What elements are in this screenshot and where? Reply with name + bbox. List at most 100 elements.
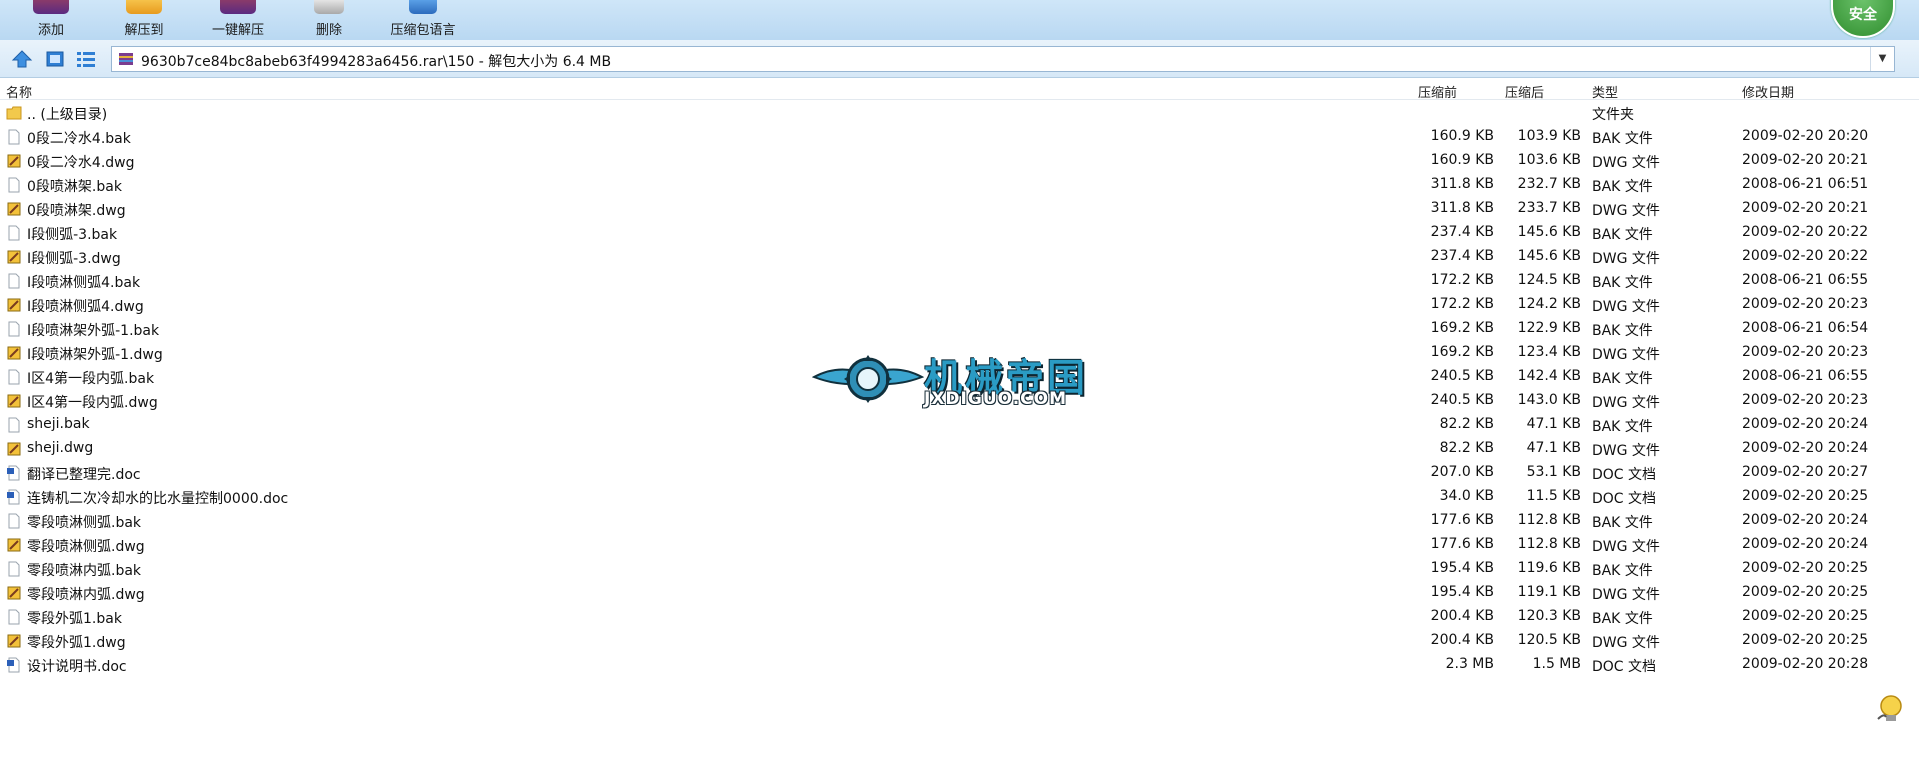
list-item[interactable]: Ⅰ段侧弧-3.bak 237.4 KB 145.6 KB BAK 文件 2009… — [0, 221, 1919, 245]
chevron-down-icon[interactable]: ▼ — [1870, 47, 1894, 71]
file-icon — [8, 129, 20, 145]
file-list-header: 名称 压缩前 压缩后 类型 修改日期 — [0, 79, 1919, 101]
file-name: Ⅰ区4第一段内弧.dwg — [27, 395, 158, 411]
column-header-type[interactable]: 类型 — [1592, 82, 1618, 101]
file-size-before: 240.5 KB — [1430, 368, 1494, 384]
file-size-after: 53.1 KB — [1526, 464, 1581, 480]
file-date: 2009-02-20 20:23 — [1742, 392, 1869, 408]
file-type: BAK 文件 — [1592, 371, 1653, 387]
list-item[interactable]: 翻译已整理完.doc 207.0 KB 53.1 KB DOC 文档 2009-… — [0, 461, 1919, 485]
file-date: 2008-06-21 06:51 — [1742, 176, 1869, 192]
address-input[interactable]: 9630b7ce84bc8abeb63f4994283a6456.rar\150… — [111, 46, 1895, 72]
list-item[interactable]: 连铸机二次冷却水的比水量控制0000.doc 34.0 KB 11.5 KB D… — [0, 485, 1919, 509]
list-item[interactable]: 零段喷淋内弧.dwg 195.4 KB 119.1 KB DWG 文件 2009… — [0, 581, 1919, 605]
list-item[interactable]: sheji.bak 82.2 KB 47.1 KB BAK 文件 2009-02… — [0, 413, 1919, 437]
file-name: 0段喷淋架.dwg — [27, 203, 126, 219]
file-size-after: 1.5 MB — [1532, 656, 1581, 672]
list-item[interactable]: 0段二冷水4.bak 160.9 KB 103.9 KB BAK 文件 2009… — [0, 125, 1919, 149]
file-size-before: 195.4 KB — [1430, 584, 1494, 600]
one-click-extract-icon — [220, 0, 256, 14]
lightbulb-icon[interactable] — [1874, 693, 1904, 727]
list-item[interactable]: Ⅰ段侧弧-3.dwg 237.4 KB 145.6 KB DWG 文件 2009… — [0, 245, 1919, 269]
file-size-after: 122.9 KB — [1517, 320, 1581, 336]
dwg-file-icon — [7, 154, 21, 168]
file-icon — [8, 225, 20, 241]
security-shield-label: 安全 — [1849, 7, 1877, 23]
dwg-file-icon — [7, 538, 21, 552]
archive-icon — [119, 53, 133, 65]
file-name: 0段二冷水4.bak — [27, 131, 131, 147]
file-size-before: 240.5 KB — [1430, 392, 1494, 408]
list-item[interactable]: 零段外弧1.dwg 200.4 KB 120.5 KB DWG 文件 2009-… — [0, 629, 1919, 653]
dwg-file-icon — [7, 250, 21, 264]
file-size-before: 160.9 KB — [1430, 152, 1494, 168]
column-header-after[interactable]: 压缩后 — [1505, 82, 1544, 101]
file-size-after: 233.7 KB — [1517, 200, 1581, 216]
up-arrow-icon[interactable] — [11, 49, 33, 69]
watermark: 机械帝国 JXDIGUO.COM — [812, 347, 1104, 413]
file-name: 连铸机二次冷却水的比水量控制0000.doc — [27, 491, 289, 507]
list-item[interactable]: 0段喷淋架.dwg 311.8 KB 233.7 KB DWG 文件 2009-… — [0, 197, 1919, 221]
file-name: Ⅰ段侧弧-3.bak — [27, 227, 118, 243]
file-type: DOC 文档 — [1592, 467, 1657, 483]
file-type: BAK 文件 — [1592, 323, 1653, 339]
file-name: .. (上级目录) — [27, 107, 108, 123]
security-shield-icon[interactable]: 安全 — [1831, 0, 1895, 38]
file-size-after: 142.4 KB — [1517, 368, 1581, 384]
file-type: 文件夹 — [1592, 107, 1634, 123]
dwg-file-icon — [7, 442, 21, 456]
file-name: 0段喷淋架.bak — [27, 179, 122, 195]
delete-button[interactable]: 删除 — [306, 0, 352, 40]
list-view-icon[interactable] — [75, 49, 97, 69]
file-size-before: 237.4 KB — [1430, 248, 1494, 264]
extract-to-button-label: 解压到 — [124, 23, 164, 38]
file-name: Ⅰ段喷淋侧弧4.dwg — [27, 299, 144, 315]
file-size-after: 11.5 KB — [1526, 488, 1581, 504]
file-size-before: 311.8 KB — [1430, 200, 1494, 216]
list-item[interactable]: 0段喷淋架.bak 311.8 KB 232.7 KB BAK 文件 2008-… — [0, 173, 1919, 197]
file-icon — [8, 609, 20, 625]
file-size-after: 145.6 KB — [1517, 224, 1581, 240]
address-bar-area: 9630b7ce84bc8abeb63f4994283a6456.rar\150… — [0, 40, 1919, 78]
add-button[interactable]: 添加 — [22, 0, 80, 40]
file-name: Ⅰ段喷淋架外弧-1.bak — [27, 323, 160, 339]
file-type: DWG 文件 — [1592, 587, 1660, 603]
file-name: 零段喷淋内弧.dwg — [27, 587, 145, 603]
file-date: 2009-02-20 20:25 — [1742, 608, 1869, 624]
archive-language-button[interactable]: 压缩包语言 — [386, 0, 460, 40]
list-item[interactable]: 设计说明书.doc 2.3 MB 1.5 MB DOC 文档 2009-02-2… — [0, 653, 1919, 677]
list-item[interactable]: .. (上级目录) 文件夹 — [0, 101, 1919, 125]
list-item[interactable]: 零段喷淋内弧.bak 195.4 KB 119.6 KB BAK 文件 2009… — [0, 557, 1919, 581]
file-name: 零段喷淋内弧.bak — [27, 563, 142, 579]
list-item[interactable]: sheji.dwg 82.2 KB 47.1 KB DWG 文件 2009-02… — [0, 437, 1919, 461]
file-name: 0段二冷水4.dwg — [27, 155, 135, 171]
file-name: 零段喷淋侧弧.dwg — [27, 539, 145, 555]
file-date: 2009-02-20 20:21 — [1742, 200, 1869, 216]
file-name: sheji.dwg — [27, 440, 94, 456]
list-item[interactable]: 零段外弧1.bak 200.4 KB 120.3 KB BAK 文件 2009-… — [0, 605, 1919, 629]
file-type: DWG 文件 — [1592, 155, 1660, 171]
thumbnail-view-icon[interactable] — [44, 49, 66, 69]
column-header-date[interactable]: 修改日期 — [1742, 82, 1794, 101]
list-item[interactable]: Ⅰ段喷淋侧弧4.dwg 172.2 KB 124.2 KB DWG 文件 200… — [0, 293, 1919, 317]
extract-folder-icon — [126, 0, 162, 14]
list-item[interactable]: Ⅰ段喷淋侧弧4.bak 172.2 KB 124.5 KB BAK 文件 200… — [0, 269, 1919, 293]
file-type: DWG 文件 — [1592, 539, 1660, 555]
file-size-after: 145.6 KB — [1517, 248, 1581, 264]
file-size-before: 200.4 KB — [1430, 608, 1494, 624]
column-header-name[interactable]: 名称 — [6, 82, 32, 101]
file-size-after: 112.8 KB — [1517, 512, 1581, 528]
folder-icon — [6, 106, 22, 120]
extract-to-button[interactable]: 解压到 — [114, 0, 174, 40]
list-item[interactable]: 零段喷淋侧弧.bak 177.6 KB 112.8 KB BAK 文件 2009… — [0, 509, 1919, 533]
list-item[interactable]: Ⅰ段喷淋架外弧-1.bak 169.2 KB 122.9 KB BAK 文件 2… — [0, 317, 1919, 341]
file-size-before: 195.4 KB — [1430, 560, 1494, 576]
file-size-after: 103.9 KB — [1517, 128, 1581, 144]
list-item[interactable]: 0段二冷水4.dwg 160.9 KB 103.6 KB DWG 文件 2009… — [0, 149, 1919, 173]
column-header-before[interactable]: 压缩前 — [1418, 82, 1457, 101]
file-type: DWG 文件 — [1592, 299, 1660, 315]
file-date: 2009-02-20 20:23 — [1742, 344, 1869, 360]
file-type: BAK 文件 — [1592, 515, 1653, 531]
list-item[interactable]: 零段喷淋侧弧.dwg 177.6 KB 112.8 KB DWG 文件 2009… — [0, 533, 1919, 557]
one-click-extract-button[interactable]: 一键解压 — [204, 0, 272, 40]
